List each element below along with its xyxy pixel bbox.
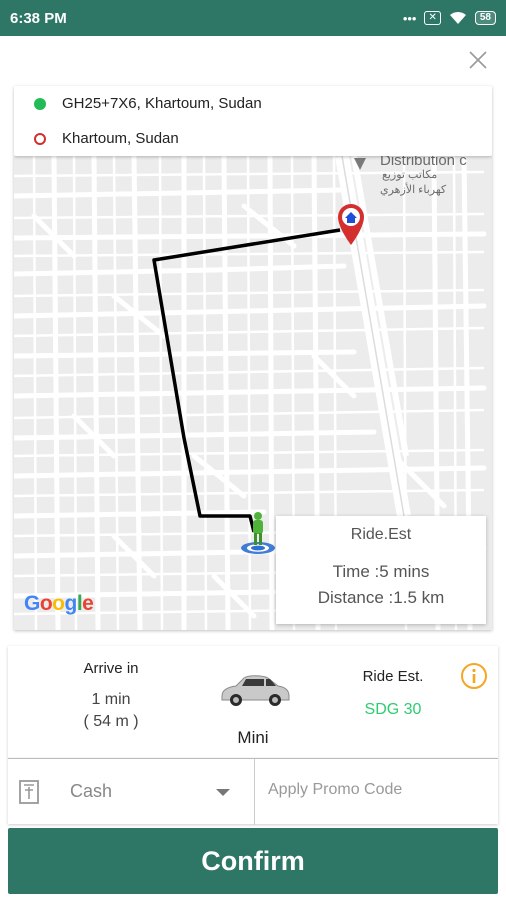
estimate-distance: Distance :1.5 km [317,588,445,607]
sim-off-icon: ✕ [424,11,441,25]
pickup-address: GH25+7X6, Khartoum, Sudan [62,95,262,112]
status-bar: 6:38 PM ••• ✕ 58 [0,0,506,36]
status-icons: ••• ✕ 58 [403,11,496,26]
car-icon[interactable] [218,670,292,710]
confirm-button[interactable]: Confirm [8,828,498,894]
status-time: 6:38 PM [10,9,67,27]
poi-label-ar-1: مكاتب توزيع [382,169,438,181]
google-attribution: Google [24,592,94,615]
payment-method-select[interactable]: Cash [8,759,255,825]
pickup-row[interactable]: GH25+7X6, Khartoum, Sudan [14,86,492,121]
poi-label-ar-2: كهرباء الأزهري [380,184,447,196]
ride-estimate-price: Ride Est. SDG 30 [348,668,438,719]
destination-home-pin-icon[interactable] [336,202,366,246]
battery-icon: 58 [474,11,496,25]
info-icon[interactable] [460,662,488,690]
wifi-icon [449,11,466,24]
close-icon[interactable] [466,48,490,72]
driver-location-icon[interactable] [238,510,278,556]
arrive-label: Arrive in [83,660,139,677]
arrive-time: 1 min [91,691,131,708]
address-card: GH25+7X6, Khartoum, Sudan Khartoum, Suda… [14,86,492,156]
payment-method-label: Cash [70,781,113,801]
vehicle-name: Mini [237,728,269,747]
chevron-down-icon [216,789,230,796]
ride-info-panel: Arrive in 1 min ( 54 m ) Mini Ride Est. … [8,646,498,758]
ride-estimate-box: Ride.Est Time :5 mins Distance :1.5 km [276,516,486,624]
payment-row: Cash Apply Promo Code [8,758,498,825]
notification-dots-icon: ••• [402,10,417,26]
ride-est-price: SDG 30 [364,701,422,718]
promo-code-input[interactable]: Apply Promo Code [268,781,488,799]
dropoff-address: Khartoum, Sudan [62,130,179,147]
estimate-time: Time :5 mins [332,562,430,581]
cash-icon [19,780,39,804]
ride-est-label: Ride Est. [362,668,424,685]
arrive-distance: ( 54 m ) [83,713,139,730]
arrival-info: Arrive in 1 min ( 54 m ) [66,660,156,731]
map-view[interactable]: Distribution c مكاتب توزيع كهرباء الأزهر… [14,156,492,630]
dropoff-row[interactable]: Khartoum, Sudan [14,121,492,156]
dropoff-ring-icon [34,132,46,145]
estimate-title: Ride.Est [350,526,412,543]
pickup-dot-icon [34,97,46,110]
